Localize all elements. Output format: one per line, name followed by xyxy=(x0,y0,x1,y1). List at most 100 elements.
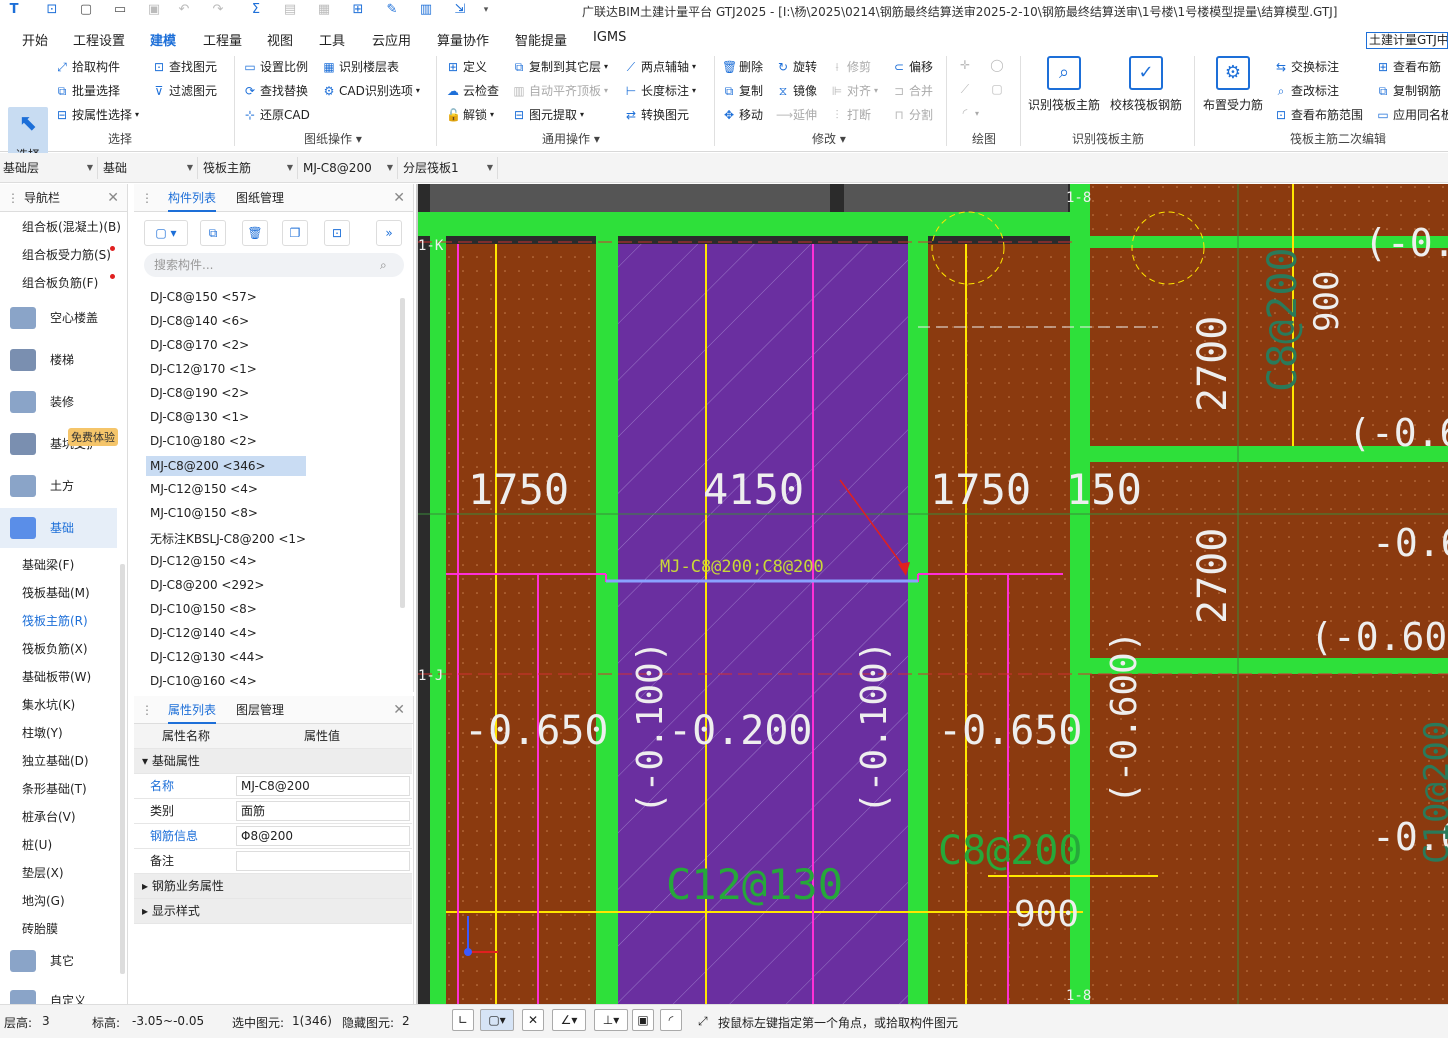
menu-quantity[interactable]: 工程量 xyxy=(203,30,242,49)
formula-icon[interactable]: Σ xyxy=(248,2,264,18)
duplicate-component-button[interactable]: ❐ xyxy=(282,220,308,246)
rotate-button[interactable]: ↻ 旋转 xyxy=(776,58,817,75)
align-button[interactable]: ⊫ 对齐 ▾ xyxy=(830,82,878,99)
draw-line-button[interactable]: ⟋ xyxy=(958,82,972,96)
extract-element-button[interactable]: ⊟ 图元提取 ▾ xyxy=(512,106,584,123)
nav-group-hollow-floor[interactable]: 空心楼盖 xyxy=(0,298,117,338)
draw-circle-button[interactable]: ◯ xyxy=(990,58,1004,72)
component-scrollbar[interactable] xyxy=(400,298,405,608)
tab-property-list[interactable]: 属性列表 xyxy=(168,696,217,724)
category-dropdown[interactable]: 基础 ▼ xyxy=(100,157,198,179)
menu-project-settings[interactable]: 工程设置 xyxy=(73,30,125,49)
view-icon[interactable]: ▤ xyxy=(282,2,298,18)
menu-modeling[interactable]: 建模 xyxy=(150,30,177,54)
search-input[interactable]: 搜索构件... xyxy=(144,253,404,277)
break-button[interactable]: ⫶ 打断 xyxy=(830,106,871,123)
draw-rect-button[interactable]: ▢ xyxy=(990,82,1004,96)
extend-button[interactable]: ⟶ 延伸 xyxy=(776,106,817,123)
close-icon[interactable]: ✕ xyxy=(393,184,405,212)
nav-item[interactable]: 基础梁(F) xyxy=(22,556,74,573)
draw-arc-button[interactable]: ◜ ▾ xyxy=(958,106,979,120)
copy-to-other-layer-button[interactable]: ⧉ 复制到其它层 ▾ xyxy=(512,58,608,75)
find-element-button[interactable]: ⊡ 查找图元 xyxy=(152,58,217,75)
swap-mark-button[interactable]: ⇆ 交换标注 xyxy=(1274,58,1339,75)
auto-flat-button[interactable]: ▥ 自动平齐顶板 ▾ xyxy=(512,82,608,99)
component-item[interactable]: DJ-C8@140 <6> xyxy=(150,314,249,328)
export-icon[interactable]: ⇲ xyxy=(452,2,468,18)
grid-icon[interactable]: ▦ xyxy=(316,2,332,18)
snap-point-icon[interactable]: ⊥▾ xyxy=(594,1009,628,1031)
split-button[interactable]: ⊓ 分割 xyxy=(892,106,933,123)
nav-item[interactable]: 桩承台(V) xyxy=(22,808,76,825)
nav-item[interactable]: 基础板带(W) xyxy=(22,668,91,685)
component-item[interactable]: MJ-C12@150 <4> xyxy=(150,482,258,496)
property-value-field[interactable]: 面筋 xyxy=(236,801,410,821)
nav-group-earthwork[interactable]: 土方 xyxy=(0,466,117,506)
component-item[interactable]: DJ-C8@130 <1> xyxy=(150,410,249,424)
nav-item[interactable]: 筏板负筋(X) xyxy=(22,640,88,657)
close-icon[interactable]: ✕ xyxy=(393,696,405,724)
component-item[interactable]: DJ-C12@150 <4> xyxy=(150,554,257,568)
apply-same-button[interactable]: ▭ 应用同名板 xyxy=(1376,106,1448,123)
property-value-field[interactable] xyxy=(236,851,410,871)
convert-element-button[interactable]: ⇄ 转换图元 xyxy=(624,106,689,123)
property-value-field[interactable]: Φ8@200 xyxy=(236,826,410,846)
tab-layer-management[interactable]: 图层管理 xyxy=(236,696,284,724)
nav-group-other[interactable]: 其它 xyxy=(0,941,117,975)
define-button[interactable]: ⊞ 定义 xyxy=(446,58,487,75)
quick-access-dropdown-icon[interactable]: ▾ xyxy=(478,2,494,18)
undo-icon[interactable]: ↶ xyxy=(176,2,192,18)
select-by-property-button[interactable]: ⊟ 按属性选择 ▾ xyxy=(55,106,139,123)
nav-item[interactable]: 条形基础(T) xyxy=(22,780,87,797)
set-scale-button[interactable]: ▭ 设置比例 xyxy=(243,58,308,75)
component-item[interactable]: DJ-C12@140 <4> xyxy=(150,626,257,640)
cross-select-icon[interactable]: ✕ xyxy=(522,1009,544,1031)
workspace-tab[interactable]: 土建计量GTJ中 xyxy=(1366,32,1448,49)
property-value-field[interactable]: MJ-C8@200 xyxy=(236,776,410,796)
two-point-axis-button[interactable]: ⟋ 两点辅轴 ▾ xyxy=(624,58,696,75)
offset-button[interactable]: ⊂ 偏移 xyxy=(892,58,933,75)
detect-raft-rebar-button[interactable]: ⌕ 识别筏板主筋 xyxy=(1028,56,1100,113)
view-range-button[interactable]: ⊡ 查看布筋范围 xyxy=(1274,106,1363,123)
nav-item[interactable]: 筏板主筋(R) xyxy=(22,612,88,629)
section-basic[interactable]: ▾ 基础属性 xyxy=(134,749,412,774)
component-item[interactable]: 无标注KBSLJ-C8@200 <1> xyxy=(150,530,306,547)
menu-view[interactable]: 视图 xyxy=(267,30,293,49)
component-dropdown[interactable]: MJ-C8@200 ▼ xyxy=(300,157,398,179)
nav-item[interactable]: 组合板负筋(F) xyxy=(22,274,98,291)
component-item[interactable]: DJ-C8@170 <2> xyxy=(150,338,249,352)
nav-group-foundation[interactable]: 基础 xyxy=(0,508,117,548)
tab-drawing-management[interactable]: 图纸管理 xyxy=(236,184,284,212)
nav-group-decoration[interactable]: 装修 xyxy=(0,382,117,422)
component-item[interactable]: DJ-C8@190 <2> xyxy=(150,386,249,400)
unlock-button[interactable]: 🔓 解锁 ▾ xyxy=(446,106,494,123)
menu-smart-extract[interactable]: 智能提量 xyxy=(515,30,567,49)
arc-snap-icon[interactable]: ◜ xyxy=(660,1009,682,1031)
delete-button[interactable]: 🗑 删除 xyxy=(722,58,763,75)
nav-scrollbar[interactable] xyxy=(120,564,125,974)
layer-copy-button[interactable]: ⊡ xyxy=(324,220,350,246)
nav-item[interactable]: 垫层(X) xyxy=(22,864,64,881)
menu-collab[interactable]: 算量协作 xyxy=(437,30,489,49)
detect-floor-table-button[interactable]: ▦ 识别楼层表 xyxy=(322,58,399,75)
nav-item[interactable]: 集水坑(K) xyxy=(22,696,75,713)
expand-toolbar-button[interactable]: » xyxy=(376,220,402,246)
view-rebar-button[interactable]: ⊞ 查看布筋 xyxy=(1376,58,1441,75)
table-icon[interactable]: ▥ xyxy=(418,2,434,18)
select-mode-icon[interactable]: ▢▾ xyxy=(480,1009,514,1031)
nav-item[interactable]: 组合板受力筋(S) xyxy=(22,246,111,263)
filter-element-button[interactable]: ⊽ 过滤图元 xyxy=(152,82,217,99)
copy-button[interactable]: ⧉ 复制 xyxy=(722,82,763,99)
merge-button[interactable]: ⊐ 合并 xyxy=(892,82,933,99)
save-icon[interactable]: ▣ xyxy=(146,2,162,18)
copy-component-button[interactable]: ⧉ xyxy=(200,220,226,246)
nav-item[interactable]: 组合板(混凝土)(B) xyxy=(22,218,121,235)
nav-item[interactable]: 筏板基础(M) xyxy=(22,584,90,601)
redo-icon[interactable]: ↷ xyxy=(210,2,226,18)
restore-cad-button[interactable]: ⊹ 还原CAD xyxy=(243,106,310,123)
find-replace-button[interactable]: ⟳ 查找替换 xyxy=(243,82,308,99)
section-display-style[interactable]: ▸ 显示样式 xyxy=(134,899,412,924)
new-file-icon[interactable]: ▢ xyxy=(78,2,94,18)
component-item[interactable]: DJ-C12@170 <1> xyxy=(150,362,257,376)
nav-item[interactable]: 桩(U) xyxy=(22,836,52,853)
